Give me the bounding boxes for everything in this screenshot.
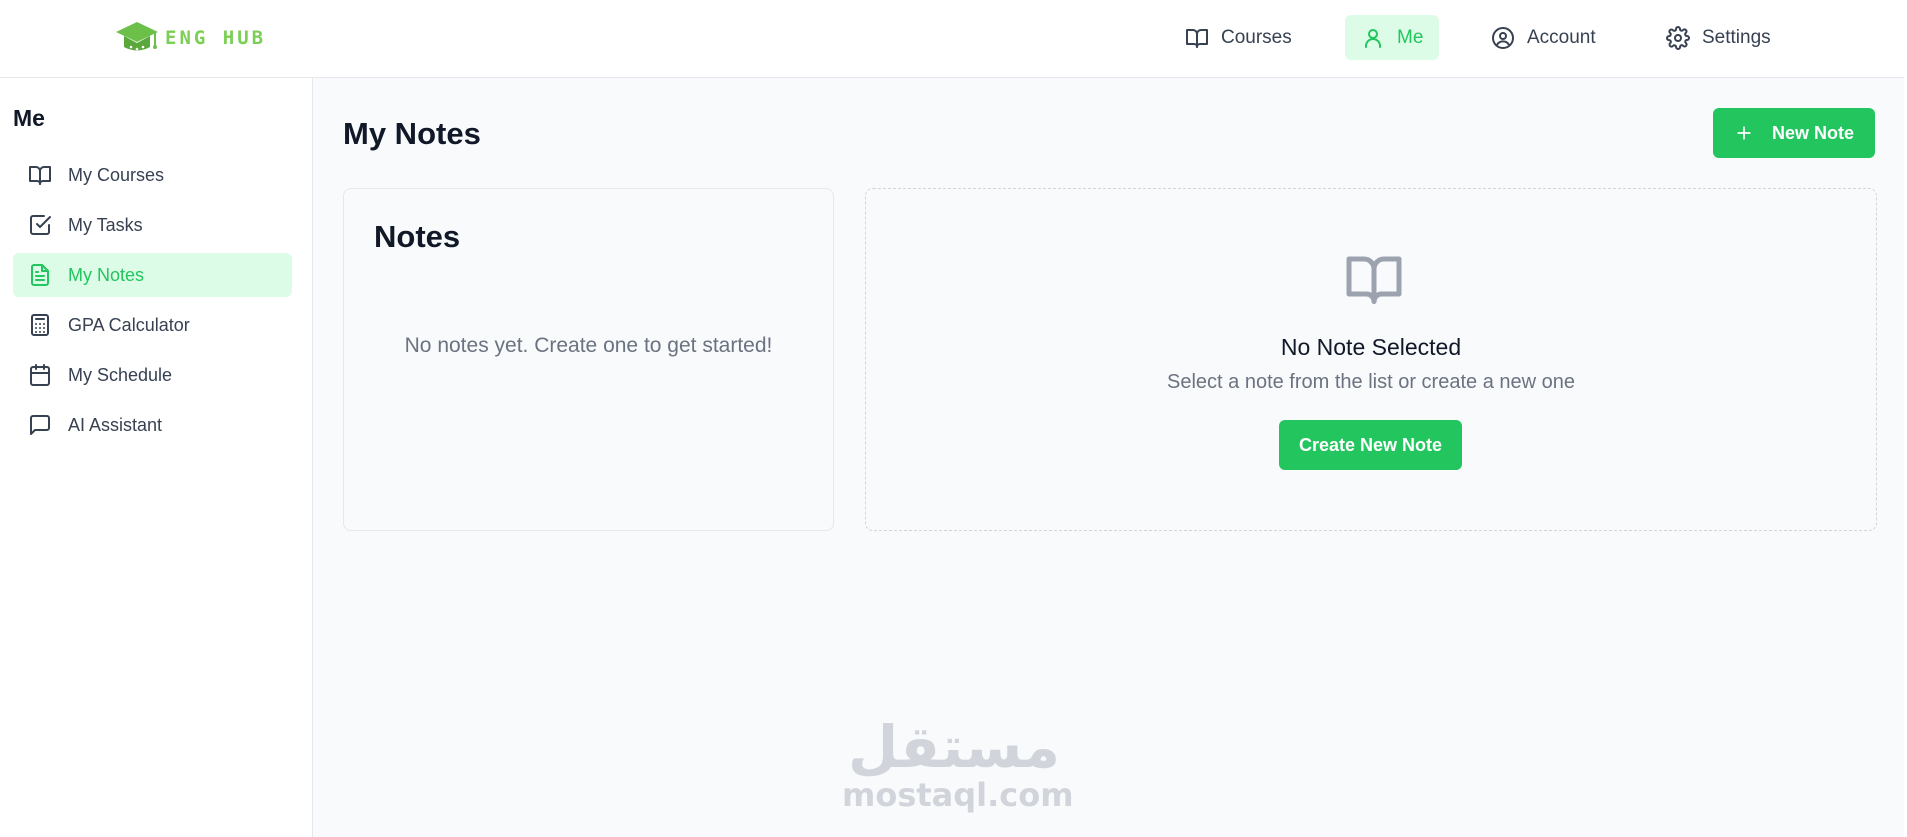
graduation-cap-icon [116,22,158,51]
sidebar-item-my-tasks[interactable]: My Tasks [13,203,292,247]
watermark-arabic: مستقل [847,713,1061,781]
no-note-selected-heading: No Note Selected [1280,334,1462,360]
nav-me-label: Me [1397,26,1424,48]
chat-icon [30,415,50,435]
sidebar-item-my-schedule[interactable]: My Schedule [13,353,292,397]
user-circle-icon [1492,26,1514,49]
sidebar-item-ai-assistant[interactable]: AI Assistant [13,403,292,447]
checkbox-icon [30,215,51,235]
no-note-selected-subtext: Select a note from the list or create a … [1167,371,1575,393]
watermark-latin: mostaql.com [842,776,1074,814]
sidebar-item-label: GPA Calculator [68,314,190,335]
user-icon [1365,28,1381,48]
notes-list-panel: Notes No notes yet. Create one to get st… [343,188,834,531]
note-detail-panel: No Note Selected Select a note from the … [865,188,1877,531]
new-note-button[interactable]: New Note [1713,108,1875,158]
logo-text: ENG HUB [165,27,267,49]
nav-settings[interactable]: Settings [1650,15,1787,60]
calendar-icon [30,364,50,386]
gear-icon [1666,25,1690,50]
top-navbar: ENG HUB Courses Me Account Settings [0,0,1904,78]
calculator-icon [31,314,49,336]
new-note-label: New Note [1771,122,1854,143]
sidebar-item-label: AI Assistant [68,414,163,435]
nav-account-label: Account [1527,26,1596,48]
logo[interactable]: ENG HUB [115,18,266,58]
sidebar-item-label: My Tasks [68,214,143,235]
nav-settings-label: Settings [1702,26,1771,48]
sidebar-item-my-notes[interactable]: My Notes [13,253,292,297]
create-new-note-button[interactable]: Create New Note [1279,420,1462,470]
notes-empty-message: No notes yet. Create one to get started! [404,334,773,357]
nav-me[interactable]: Me [1345,15,1440,60]
main-content: My Notes New Note Notes No notes yet. Cr… [313,78,1904,837]
sidebar: Me My Courses My Tasks My Notes GPA Calc… [0,78,313,837]
nav-courses[interactable]: Courses [1169,15,1308,60]
sidebar-item-gpa-calculator[interactable]: GPA Calculator [13,303,292,347]
nav-courses-label: Courses [1221,26,1292,48]
document-icon [31,264,49,286]
page-title: My Notes [343,116,481,151]
sidebar-item-label: My Courses [68,164,165,185]
sidebar-item-label: My Notes [68,264,145,285]
nav-account[interactable]: Account [1475,15,1612,60]
sidebar-item-my-courses[interactable]: My Courses [13,153,292,197]
book-open-icon [1186,28,1208,48]
sidebar-item-label: My Schedule [68,364,173,385]
book-open-icon [1346,256,1402,304]
watermark: مستقل mostaql.com [842,712,1074,814]
plus-icon [1737,126,1751,140]
notes-panel-title: Notes [374,219,461,254]
sidebar-title: Me [13,105,45,131]
book-open-icon [29,166,51,185]
